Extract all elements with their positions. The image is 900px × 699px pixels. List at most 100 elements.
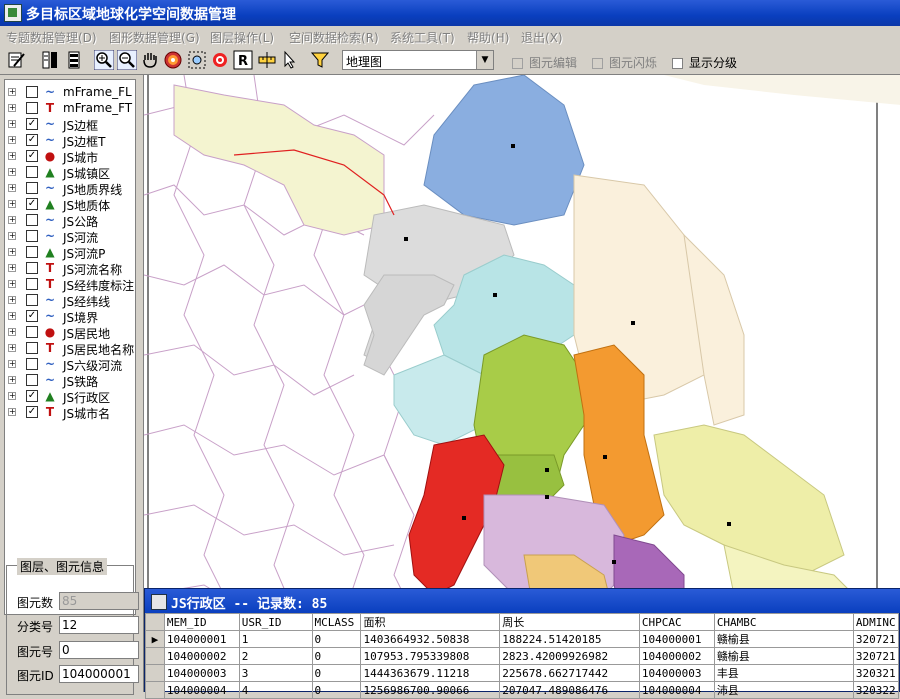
expand-icon[interactable]: +	[8, 200, 16, 208]
column-header[interactable]: MEM_ID	[163, 613, 240, 631]
layer-visibility-checkbox[interactable]	[26, 246, 38, 258]
layer-item[interactable]: + T JS经纬度标注	[5, 276, 135, 293]
table-cell[interactable]: 104000002	[638, 647, 715, 665]
expand-icon[interactable]: +	[8, 88, 16, 96]
table-cell[interactable]: 赣榆县	[713, 630, 854, 648]
layer-visibility-checkbox[interactable]: ✓	[26, 310, 38, 322]
table-row[interactable]: ▶ 104000001 1 0 1403664932.50838 188224.51420…	[145, 630, 900, 648]
table-cell[interactable]: 104000002	[163, 647, 240, 665]
table-cell[interactable]: 104000004	[163, 681, 240, 699]
layer-visibility-checkbox[interactable]: ✓	[26, 134, 38, 146]
table-cell[interactable]: 225678.662717442	[499, 664, 640, 682]
row-header[interactable]: ▶	[145, 630, 165, 648]
layer-stack-icon[interactable]	[64, 50, 84, 70]
menu-spatial-search[interactable]: 空间数据检索(R)	[289, 29, 379, 46]
column-header[interactable]: 周长	[499, 613, 640, 631]
column-header[interactable]: USR_ID	[238, 613, 313, 631]
layer-visibility-checkbox[interactable]	[26, 166, 38, 178]
row-header[interactable]	[145, 664, 165, 682]
expand-icon[interactable]: +	[8, 408, 16, 416]
map-select[interactable]: 地理图 ▼	[342, 50, 494, 70]
layer-item[interactable]: + ✓ ~ JS边框	[5, 116, 135, 133]
lasso-select-icon[interactable]	[187, 50, 207, 70]
expand-icon[interactable]: +	[8, 120, 16, 128]
element-flash-checkbox[interactable]: 图元闪烁	[592, 54, 657, 71]
column-header[interactable]: MCLASS	[311, 613, 362, 631]
layer-item[interactable]: + ✓ T JS城市名	[5, 404, 135, 421]
layer-item[interactable]: + ~ mFrame_FL	[5, 84, 135, 100]
table-cell[interactable]: 4	[238, 681, 313, 699]
ruler-icon[interactable]	[257, 50, 277, 70]
layer-item[interactable]: + ✓ ● JS城市	[5, 148, 135, 165]
layer-item[interactable]: + ▲ JS河流P	[5, 244, 135, 261]
layer-item[interactable]: + ~ JS公路	[5, 212, 135, 229]
clear-select-icon[interactable]	[210, 50, 230, 70]
layer-visibility-checkbox[interactable]	[26, 358, 38, 370]
layer-item[interactable]: + ✓ ▲ JS地质体	[5, 196, 135, 213]
expand-icon[interactable]: +	[8, 360, 16, 368]
expand-icon[interactable]: +	[8, 216, 16, 224]
table-cell[interactable]: 赣榆县	[713, 647, 854, 665]
menu-exit[interactable]: 退出(X)	[521, 29, 563, 46]
menu-help[interactable]: 帮助(H)	[467, 29, 509, 46]
table-cell[interactable]: 207047.489086476	[499, 681, 640, 699]
column-header[interactable]: 面积	[360, 613, 501, 631]
expand-icon[interactable]: +	[8, 312, 16, 320]
expand-icon[interactable]: +	[8, 248, 16, 256]
expand-icon[interactable]: +	[8, 184, 16, 192]
layer-item[interactable]: + ✓ ~ JS境界	[5, 308, 135, 325]
layer-item[interactable]: + ✓ ~ JS边框T	[5, 132, 135, 149]
layer-item[interactable]: + TmFrame_FT	[5, 100, 135, 116]
layer-item[interactable]: + ● JS居民地	[5, 324, 135, 341]
table-cell[interactable]: 沛县	[713, 681, 854, 699]
menu-system-tools[interactable]: 系统工具(T)	[390, 29, 455, 46]
zoom-out-icon[interactable]	[116, 49, 138, 71]
expand-icon[interactable]: +	[8, 264, 16, 272]
menu-graphic-data[interactable]: 图形数据管理(G)	[109, 29, 200, 46]
show-grading-checkbox[interactable]: 显示分级	[672, 54, 737, 71]
table-cell[interactable]: 0	[311, 664, 362, 682]
table-cell[interactable]: 320721	[852, 647, 900, 665]
table-cell[interactable]: 320322	[852, 681, 900, 699]
pan-hand-icon[interactable]	[140, 50, 160, 70]
table-cell[interactable]: 104000003	[163, 664, 240, 682]
layer-visibility-checkbox[interactable]	[26, 102, 38, 114]
row-header[interactable]	[145, 681, 165, 699]
layer-item[interactable]: + ~ JS地质界线	[5, 180, 135, 197]
expand-icon[interactable]: +	[8, 296, 16, 304]
pointer-icon[interactable]	[280, 50, 300, 70]
row-header[interactable]	[145, 647, 165, 665]
chevron-down-icon[interactable]: ▼	[476, 51, 493, 69]
layer-item[interactable]: + T JS居民地名称	[5, 340, 135, 357]
table-cell[interactable]: 1403664932.50838	[360, 630, 501, 648]
layer-visibility-checkbox[interactable]	[26, 278, 38, 290]
table-cell[interactable]: 320321	[852, 664, 900, 682]
layer-visibility-checkbox[interactable]	[26, 294, 38, 306]
column-header[interactable]: CHPCAC	[638, 613, 715, 631]
attribute-table-window[interactable]: JS行政区 -- 记录数: 85 MEM_ID USR_ID MCLASS 面积…	[144, 588, 900, 699]
layer-visibility-checkbox[interactable]: ✓	[26, 150, 38, 162]
target-icon[interactable]	[163, 50, 183, 70]
table-cell[interactable]: 丰县	[713, 664, 854, 682]
table-cell[interactable]: 1256986700.90066	[360, 681, 501, 699]
expand-icon[interactable]: +	[8, 344, 16, 352]
table-cell[interactable]: 2823.42009926982	[499, 647, 640, 665]
table-cell[interactable]: 107953.795339808	[360, 647, 501, 665]
layer-item[interactable]: + ~ JS铁路	[5, 372, 135, 389]
table-cell[interactable]: 1444363679.11218	[360, 664, 501, 682]
expand-icon[interactable]: +	[8, 280, 16, 288]
table-row[interactable]: 104000003 3 0 1444363679.11218 225678.662717…	[145, 664, 900, 682]
element-edit-checkbox[interactable]: 图元编辑	[512, 54, 577, 71]
layer-visibility-checkbox[interactable]: ✓	[26, 118, 38, 130]
expand-icon[interactable]: +	[8, 376, 16, 384]
layer-visibility-checkbox[interactable]	[26, 326, 38, 338]
layer-visibility-checkbox[interactable]	[26, 374, 38, 386]
table-cell[interactable]: 188224.51420185	[499, 630, 640, 648]
class-number-field[interactable]: 12	[59, 616, 139, 634]
layer-item[interactable]: + T JS河流名称	[5, 260, 135, 277]
layer-list-icon[interactable]	[40, 50, 60, 70]
element-id-field[interactable]: 104000001	[59, 665, 139, 683]
table-cell[interactable]: 0	[311, 681, 362, 699]
table-cell[interactable]: 3	[238, 664, 313, 682]
expand-icon[interactable]: +	[8, 152, 16, 160]
